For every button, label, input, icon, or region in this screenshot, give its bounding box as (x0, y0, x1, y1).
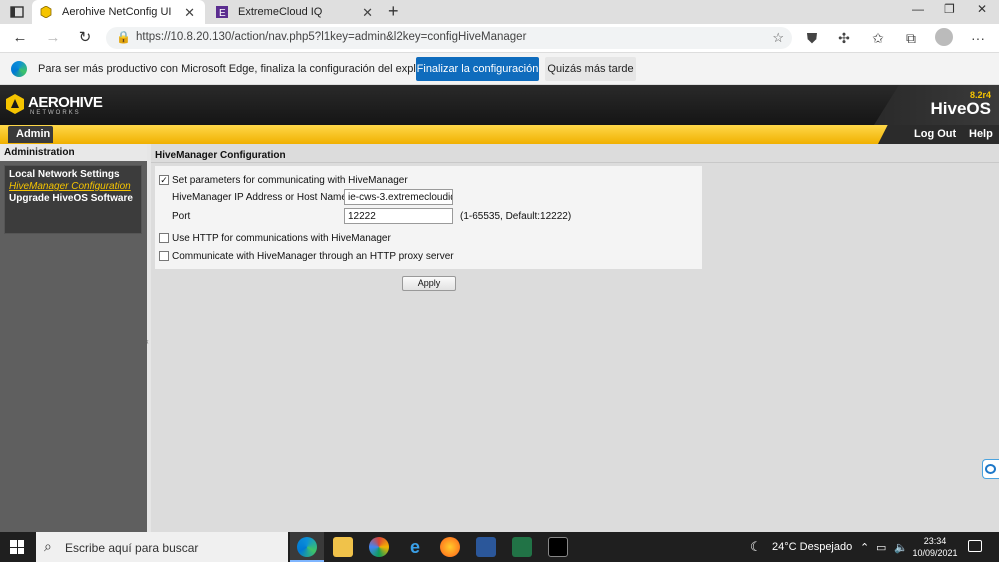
sidebar-item-upgrade[interactable]: Upgrade HiveOS Software (9, 193, 133, 204)
collapse-arrow-icon[interactable]: ‹ (146, 337, 149, 346)
svg-text:E: E (219, 8, 226, 18)
shield-icon[interactable]: ⛊ (803, 29, 821, 47)
help-link[interactable]: Help (969, 128, 993, 140)
sidebar-header: Administration (0, 144, 147, 161)
aerohive-logo-icon (6, 94, 24, 114)
address-bar-row: ← → ↻ 🔒 https://10.8.20.130/action/nav.p… (0, 24, 999, 52)
tab-label: ExtremeCloud IQ (238, 6, 323, 18)
address-field[interactable]: 🔒 https://10.8.20.130/action/nav.php5?l1… (106, 27, 792, 49)
set-params-label: Set parameters for communicating with Hi… (172, 175, 408, 186)
config-panel: ✓ Set parameters for communicating with … (155, 166, 702, 269)
ie-icon[interactable]: e (405, 537, 425, 557)
tab-extremecloud[interactable]: E ExtremeCloud IQ ✕ (208, 0, 383, 24)
finish-setup-button[interactable]: Finalizar la configuración (416, 57, 539, 81)
apply-button[interactable]: Apply (402, 276, 456, 291)
file-explorer-icon[interactable] (333, 537, 353, 557)
favorites-icon[interactable]: ✩ (869, 29, 887, 47)
ip-label: HiveManager IP Address or Host Name (172, 192, 347, 203)
close-window-icon[interactable]: ✕ (977, 2, 987, 16)
port-hint: (1-65535, Default:12222) (460, 211, 572, 222)
ip-input[interactable]: ie-cws-3.extremecloudiq.cc (344, 189, 453, 205)
new-tab-icon[interactable]: + (388, 1, 399, 22)
notification-icon[interactable] (968, 540, 982, 552)
product-name: HiveOS (930, 99, 991, 118)
port-input[interactable]: 12222 (344, 208, 453, 224)
terminal-icon[interactable] (548, 537, 568, 557)
set-params-checkbox[interactable]: ✓ (159, 175, 169, 185)
sidebar-menu: Local Network Settings HiveManager Confi… (4, 165, 142, 234)
sidebar-item-local-network[interactable]: Local Network Settings (9, 169, 120, 180)
clock-date: 10/09/2021 (912, 548, 958, 558)
refresh-icon[interactable]: ↻ (75, 28, 95, 48)
tab-aerohive[interactable]: Aerohive NetConfig UI ✕ (32, 0, 205, 24)
favorite-star-icon[interactable]: ☆ (772, 30, 784, 46)
logo-subtext: NETWORKS (30, 110, 81, 116)
taskbar-search[interactable]: ⌕ Escribe aquí para buscar (36, 532, 288, 562)
side-widget-icon[interactable] (982, 459, 999, 479)
windows-start-icon[interactable] (10, 540, 24, 554)
section-title: HiveManager Configuration (155, 150, 286, 161)
main-content: HiveManager Configuration ✓ Set paramete… (151, 144, 999, 532)
sidebar-item-hivemanager[interactable]: HiveManager Configuration (9, 181, 131, 192)
forward-icon[interactable]: → (43, 28, 63, 48)
app-header: AEROHIVE NETWORKS 8.2r4 HiveOS (0, 85, 999, 125)
search-placeholder: Escribe aquí para buscar (65, 541, 199, 555)
search-icon: ⌕ (44, 538, 52, 554)
excel-icon[interactable] (512, 537, 532, 557)
logout-link[interactable]: Log Out (914, 128, 956, 140)
collections-icon[interactable]: ⧉ (902, 29, 920, 47)
infobar-message: Para ser más productivo con Microsoft Ed… (38, 63, 451, 75)
edge-logo-icon (11, 61, 27, 77)
firefox-icon[interactable] (440, 537, 460, 557)
tab-actions-icon[interactable] (6, 3, 28, 21)
minimize-icon[interactable]: — (912, 2, 924, 16)
profile-avatar[interactable] (935, 28, 953, 46)
aerohive-favicon-icon (40, 6, 52, 18)
clock-time: 23:34 (923, 536, 947, 546)
use-http-label: Use HTTP for communications with HiveMan… (172, 233, 391, 244)
close-tab-icon[interactable]: ✕ (362, 5, 373, 21)
main-nav: Admin Log Out Help (0, 125, 999, 144)
port-label: Port (172, 211, 191, 222)
word-icon[interactable] (476, 537, 496, 557)
tab-admin[interactable]: Admin (8, 126, 53, 143)
weather-text[interactable]: 24°C Despejado (772, 541, 852, 553)
tray-expand-icon[interactable]: ⌃ (860, 541, 869, 554)
hiveos-badge: 8.2r4 HiveOS (874, 85, 999, 125)
logo-text: AEROHIVE (28, 94, 103, 111)
sidebar: Administration Local Network Settings Hi… (0, 144, 147, 532)
proxy-checkbox[interactable] (159, 251, 169, 261)
clock[interactable]: 23:34 10/09/2021 (912, 535, 958, 559)
lock-icon[interactable]: 🔒 (116, 30, 131, 44)
moon-icon: ☾ (750, 539, 762, 554)
close-tab-icon[interactable]: ✕ (184, 5, 195, 21)
more-menu-icon[interactable]: ··· (969, 29, 987, 47)
proxy-label: Communicate with HiveManager through an … (172, 251, 454, 262)
edge-taskbar-icon[interactable] (297, 537, 317, 557)
tab-label: Aerohive NetConfig UI (62, 6, 172, 18)
restore-icon[interactable]: ❐ (944, 2, 955, 16)
maybe-later-button[interactable]: Quizás más tarde (545, 57, 636, 81)
back-icon[interactable]: ← (10, 28, 30, 48)
volume-icon[interactable]: 🔈 (894, 541, 908, 554)
url-text[interactable]: https://10.8.20.130/action/nav.php5?l1ke… (136, 31, 526, 43)
edge-infobar: Para ser más productivo con Microsoft Ed… (0, 52, 999, 85)
browser-tabstrip: Aerohive NetConfig UI ✕ E ExtremeCloud I… (0, 0, 999, 24)
extreme-favicon-icon: E (216, 6, 228, 18)
taskbar: ⌕ Escribe aquí para buscar e ☾ 24°C Desp… (0, 532, 999, 562)
extensions-icon[interactable]: ✣ (835, 29, 853, 47)
use-http-checkbox[interactable] (159, 233, 169, 243)
section-divider (151, 162, 999, 163)
network-icon[interactable]: ▭ (876, 541, 886, 554)
chrome-icon[interactable] (369, 537, 389, 557)
